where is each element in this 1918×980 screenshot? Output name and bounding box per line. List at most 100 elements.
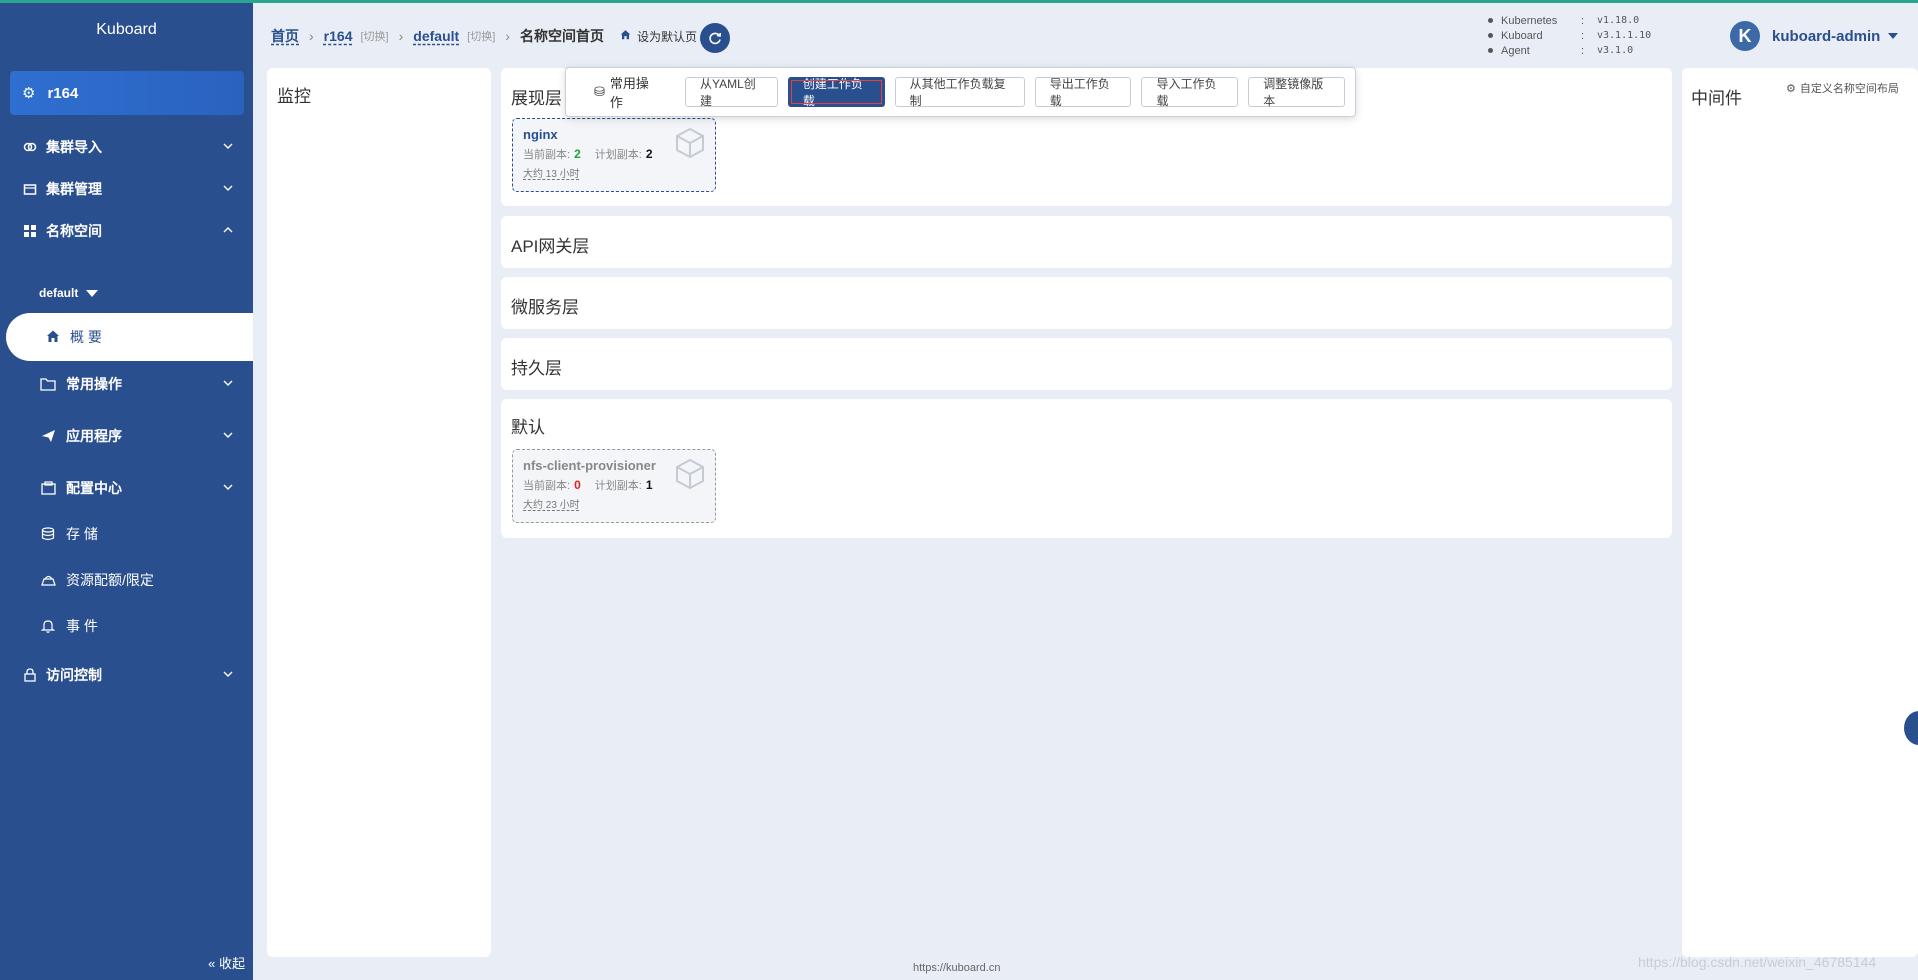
version-row: Kuboard : v3.1.1.10 xyxy=(1488,28,1651,43)
breadcrumb-home[interactable]: 首页 xyxy=(271,26,299,46)
watermark: https://blog.csdn.net/weixin_46785144 xyxy=(1638,954,1877,970)
export-workload-button[interactable]: 导出工作负载 xyxy=(1034,77,1132,108)
chevron-down-icon xyxy=(223,432,233,438)
breadcrumb-cluster[interactable]: r164 xyxy=(324,28,353,44)
user-menu[interactable]: K kuboard-admin xyxy=(1730,21,1899,51)
sidebar-item-label: 名称空间 xyxy=(46,223,102,239)
cluster-selector[interactable]: ⚙ r164 xyxy=(10,71,244,115)
paper-plane-icon xyxy=(40,428,56,444)
chevron-right-icon: › xyxy=(309,28,314,44)
refresh-button[interactable] xyxy=(700,23,730,53)
version-value: v3.1.1.10 xyxy=(1597,30,1652,41)
sidebar-item-label: 配置中心 xyxy=(66,480,122,496)
current-replicas-label: 当前副本: xyxy=(523,149,571,161)
current-replicas: 0 xyxy=(574,478,581,492)
adjust-image-version-button[interactable]: 调整镜像版本 xyxy=(1248,77,1346,108)
sidebar-item-label: 资源配额/限定 xyxy=(66,572,154,588)
custom-layout-label: 自定义名称空间布局 xyxy=(1799,83,1899,95)
import-workload-button[interactable]: 导入工作负载 xyxy=(1141,77,1239,108)
planned-replicas-label: 计划副本: xyxy=(594,149,642,161)
sidebar-item-label: 常用操作 xyxy=(66,376,122,392)
header: 首页 › r164 [切换] › default [切换] › 名称空间首页 设… xyxy=(253,3,1918,63)
grid-icon xyxy=(22,223,38,239)
footer-link[interactable]: https://kuboard.cn xyxy=(913,962,1000,974)
brand-logo: Kuboard xyxy=(96,21,157,38)
sidebar-item-label: 集群导入 xyxy=(46,139,102,155)
namespace-selected: default xyxy=(39,286,79,300)
bullet-icon xyxy=(1488,18,1493,23)
create-workload-button[interactable]: 创建工作负载 xyxy=(787,77,885,108)
top-accent-line xyxy=(0,0,1918,3)
collapse-label: 收起 xyxy=(218,956,245,971)
gear-icon: ⚙ xyxy=(1786,82,1796,95)
default-panel: 默认 nfs-client-provisioner 当前副本: 0 计划副本: … xyxy=(501,399,1672,538)
workload-card[interactable]: nginx 当前副本: 2 计划副本: 2 大约 13 小时 xyxy=(512,118,716,192)
planned-replicas-label: 计划副本: xyxy=(594,480,642,492)
create-from-yaml-button[interactable]: 从YAML创建 xyxy=(684,77,778,108)
sidebar-item-label: 访问控制 xyxy=(46,667,102,683)
version-value: v3.1.0 xyxy=(1597,45,1634,56)
version-row: Agent : v3.1.0 xyxy=(1488,43,1651,58)
breadcrumb: 首页 › r164 [切换] › default [切换] › 名称空间首页 设… xyxy=(271,26,697,46)
sidebar-item-label: 存 储 xyxy=(66,526,98,542)
workload-card[interactable]: nfs-client-provisioner 当前副本: 0 计划副本: 1 大… xyxy=(512,449,716,523)
sidebar-item-common-ops[interactable]: 常用操作 xyxy=(0,364,253,404)
chevron-up-icon xyxy=(223,227,233,233)
version-colon: : xyxy=(1581,29,1585,42)
microservice-title: 微服务层 xyxy=(511,298,579,317)
presentation-title: 展现层 xyxy=(511,89,562,108)
custom-layout-link[interactable]: ⚙ 自定义名称空间布局 xyxy=(1786,80,1899,96)
version-name: Kuboard xyxy=(1501,29,1543,42)
config-icon xyxy=(40,480,56,496)
breadcrumb-namespace[interactable]: default xyxy=(413,28,459,44)
breadcrumb-current: 名称空间首页 xyxy=(519,28,604,44)
sidebar-item-namespace[interactable]: 名称空间 xyxy=(0,211,253,251)
sidebar-item-apps[interactable]: 应用程序 xyxy=(0,416,253,456)
monitor-title: 监控 xyxy=(277,87,311,106)
sidebar-item-overview[interactable]: 概 要 xyxy=(6,313,253,361)
version-name: Agent xyxy=(1501,44,1530,57)
toolbar-label: ⛁ 常用操作 xyxy=(594,73,657,111)
collapse-button[interactable]: « 收起 xyxy=(208,953,245,972)
copy-workload-button[interactable]: 从其他工作负载复制 xyxy=(894,77,1025,108)
chevron-down-icon xyxy=(223,380,233,386)
chevron-down-icon xyxy=(223,143,233,149)
sidebar-item-events[interactable]: 事 件 xyxy=(0,606,253,646)
cluster-name: r164 xyxy=(47,84,79,102)
microservice-panel: 微服务层 xyxy=(501,277,1672,329)
database-icon xyxy=(40,526,56,542)
set-default-link[interactable]: 设为默认页 xyxy=(637,28,697,45)
current-replicas-label: 当前副本: xyxy=(523,480,571,492)
workload-age: 大约 13 小时 xyxy=(523,169,580,180)
workload-age: 大约 23 小时 xyxy=(523,500,580,511)
default-title: 默认 xyxy=(511,418,545,437)
bell-icon xyxy=(40,618,56,634)
bullet-icon xyxy=(1488,48,1493,53)
sidebar-item-label: 应用程序 xyxy=(66,428,122,444)
sidebar-item-config-center[interactable]: 配置中心 xyxy=(0,468,253,508)
sidebar-item-label: 集群管理 xyxy=(46,181,102,197)
version-name: Kubernetes xyxy=(1501,14,1558,27)
caret-down-icon xyxy=(86,289,99,297)
cube-icon xyxy=(676,127,704,159)
sidebar-item-quota[interactable]: 资源配额/限定 xyxy=(0,560,253,600)
chevron-right-icon: › xyxy=(505,28,510,44)
persistence-panel: 持久层 xyxy=(501,338,1672,390)
sidebar-item-storage[interactable]: 存 储 xyxy=(0,514,253,554)
sidebar-item-label: 概 要 xyxy=(70,329,102,345)
sidebar-item-access-control[interactable]: 访问控制 xyxy=(0,655,253,695)
user-name: kuboard-admin xyxy=(1772,27,1881,45)
home-icon xyxy=(46,329,60,346)
cluster-switch-link[interactable]: [切换] xyxy=(360,28,388,44)
folder-icon xyxy=(40,376,56,392)
sidebar-item-label: 事 件 xyxy=(66,618,98,634)
gear-icon: ⚙ xyxy=(22,85,36,102)
sidebar-item-cluster-manage[interactable]: 集群管理 xyxy=(0,169,253,209)
version-row: Kubernetes : v1.18.0 xyxy=(1488,13,1651,28)
layers-icon: ⛁ xyxy=(594,84,605,99)
namespace-switch-link[interactable]: [切换] xyxy=(467,28,495,44)
sidebar: Kuboard ⚙ r164 集群导入 集群管理 名称空间 default 概 … xyxy=(0,3,253,980)
sidebar-item-cluster-import[interactable]: 集群导入 xyxy=(0,127,253,167)
chevron-down-icon xyxy=(223,671,233,677)
namespace-selector[interactable]: default xyxy=(39,286,99,300)
